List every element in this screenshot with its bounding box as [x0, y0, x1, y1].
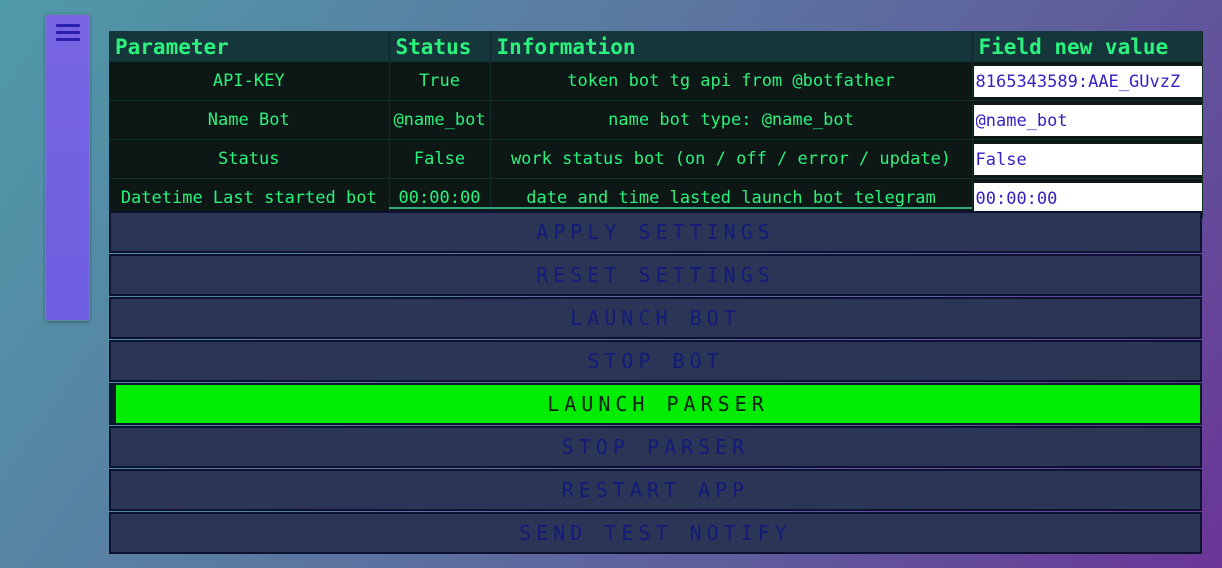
launch-parser-button[interactable]: LAUNCH PARSER: [109, 383, 1202, 425]
param-status-cell: False: [389, 139, 491, 179]
header-status: Status: [389, 31, 491, 62]
param-name-cell: Name Bot: [109, 100, 390, 140]
stop-bot-button[interactable]: STOP BOT: [109, 340, 1202, 382]
menu-icon[interactable]: [56, 24, 80, 46]
param-value-cell: [972, 100, 1203, 140]
table-row: Status False work status bot (on / off /…: [109, 139, 1203, 179]
table-header-row: Parameter Status Information Field new v…: [109, 31, 1203, 62]
table-accent-line: [389, 207, 972, 209]
header-parameter: Parameter: [109, 31, 390, 62]
launch-parser-wrapper: LAUNCH PARSER: [109, 383, 1202, 425]
param-status-cell: True: [389, 62, 491, 101]
side-menu-tab[interactable]: [45, 14, 90, 321]
param-status-cell: @name_bot: [389, 100, 491, 140]
status-input[interactable]: [973, 144, 1201, 175]
send-test-notify-button[interactable]: SEND TEST NOTIFY: [109, 512, 1202, 554]
param-name-cell: Status: [109, 139, 390, 179]
header-information: Information: [490, 31, 973, 62]
parameters-table: Parameter Status Information Field new v…: [109, 31, 1203, 218]
header-field-new-value: Field new value: [972, 31, 1203, 62]
table-row: Name Bot @name_bot name bot type: @name_…: [109, 100, 1203, 140]
launch-bot-button[interactable]: LAUNCH BOT: [109, 297, 1202, 339]
restart-app-button[interactable]: RESTART APP: [109, 469, 1202, 511]
reset-settings-button[interactable]: RESET SETTINGS: [109, 254, 1202, 296]
name-bot-input[interactable]: [973, 105, 1201, 136]
apply-settings-button[interactable]: APPLY SETTINGS: [109, 211, 1202, 253]
param-info-cell: name bot type: @name_bot: [490, 100, 973, 140]
param-name-cell: API-KEY: [109, 62, 390, 101]
datetime-input[interactable]: [973, 183, 1201, 214]
param-value-cell: [972, 62, 1203, 101]
param-info-cell: token bot tg api from @botfather: [490, 62, 973, 101]
param-info-cell: work status bot (on / off / error / upda…: [490, 139, 973, 179]
table-row: API-KEY True token bot tg api from @botf…: [109, 62, 1203, 101]
api-key-input[interactable]: [973, 66, 1201, 97]
param-value-cell: [972, 139, 1203, 179]
settings-panel: Parameter Status Information Field new v…: [109, 31, 1203, 218]
action-buttons: APPLY SETTINGS RESET SETTINGS LAUNCH BOT…: [109, 211, 1202, 555]
stop-parser-button[interactable]: STOP PARSER: [109, 426, 1202, 468]
